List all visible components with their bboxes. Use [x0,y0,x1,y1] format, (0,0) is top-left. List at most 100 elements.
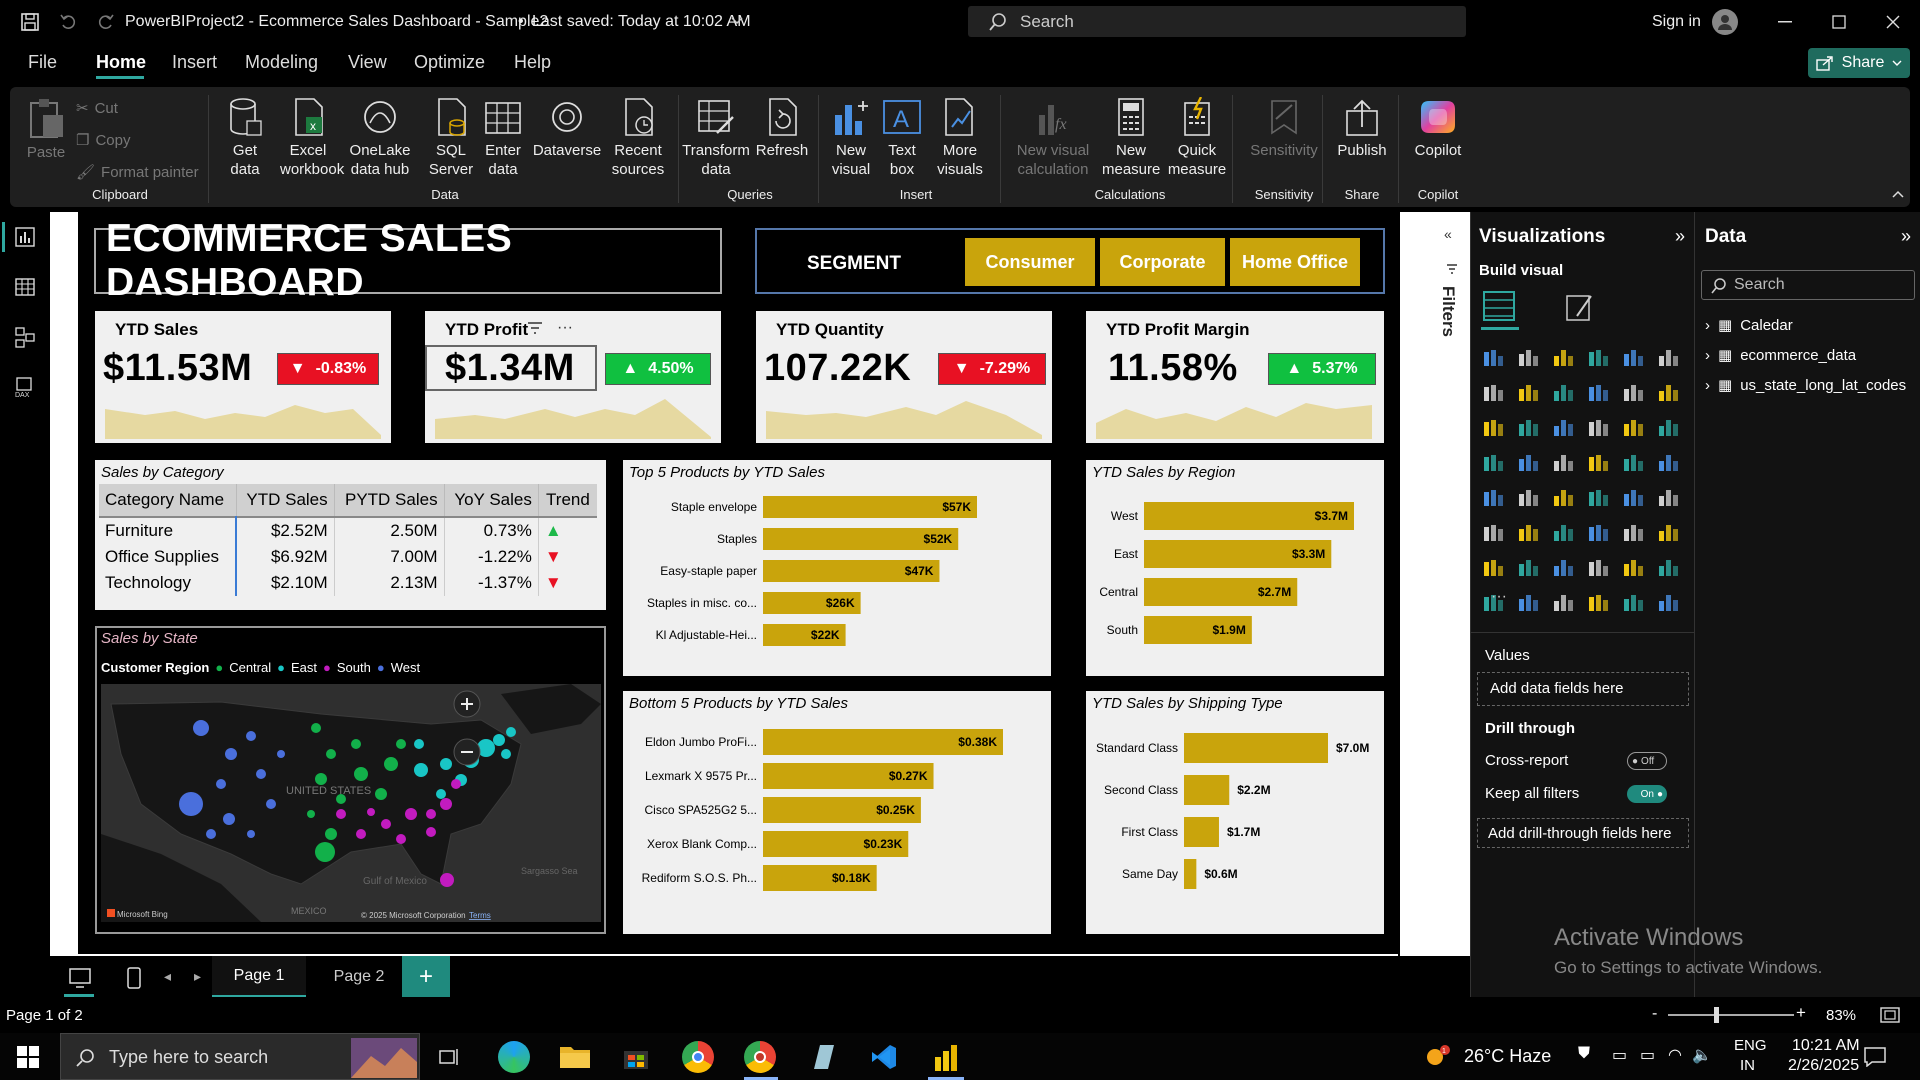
expand-filters-icon[interactable]: « [1444,226,1452,242]
sql-server-button[interactable]: SQL Server [428,97,474,179]
visual-type-icon[interactable] [1481,381,1507,407]
windows-start-icon[interactable] [14,1043,42,1071]
filter-icon[interactable] [527,321,545,337]
bottom5-products-chart[interactable]: Bottom 5 Products by YTD Sales Eldon Jum… [623,691,1051,934]
undo-icon[interactable] [56,10,80,34]
paste-button[interactable]: Paste [24,97,68,162]
language-primary[interactable]: ENG [1734,1037,1767,1054]
visual-type-icon[interactable] [1621,416,1647,442]
visual-type-icon[interactable] [1551,591,1577,617]
column-header[interactable]: YTD Sales [236,484,335,517]
visual-type-icon[interactable] [1481,346,1507,372]
zoom-in-icon[interactable]: + [1796,1003,1806,1023]
desktop-layout-icon[interactable] [66,964,94,992]
bar[interactable] [1184,817,1219,847]
visual-type-icon[interactable] [1586,556,1612,582]
visual-type-icon[interactable] [1586,451,1612,477]
notifications-icon[interactable] [1862,1045,1888,1069]
visual-type-icon[interactable] [1621,451,1647,477]
quick-measure-button[interactable]: Quick measure [1162,97,1232,179]
menu-file[interactable]: File [28,52,57,73]
segment-consumer[interactable]: Consumer [965,238,1095,286]
more-visual-types-icon[interactable]: ··· [1491,588,1507,606]
new-visual-button[interactable]: New visual [826,97,876,179]
visual-type-icon[interactable] [1621,521,1647,547]
collapse-ribbon-icon[interactable] [1890,187,1906,201]
sales-by-category-table[interactable]: Sales by Category Category Name YTD Sale… [95,460,606,610]
legend-item[interactable]: East [291,660,317,675]
zoom-slider-thumb[interactable] [1714,1007,1719,1023]
tray-device-icon[interactable]: ▭ [1612,1045,1627,1065]
minimize-icon[interactable] [1770,10,1800,34]
chrome-profile-icon[interactable] [744,1041,776,1073]
visual-type-icon[interactable] [1551,486,1577,512]
fit-to-page-icon[interactable] [1878,1005,1902,1025]
visual-type-icon[interactable] [1516,346,1542,372]
map-area[interactable]: UNITED STATES Gulf of Mexico Sargasso Se… [101,684,601,922]
task-view-icon[interactable] [436,1043,464,1071]
page-tab-2[interactable]: Page 2 [312,956,406,998]
visual-type-icon[interactable] [1656,381,1682,407]
column-header[interactable]: Category Name [99,484,237,517]
dax-query-view-icon[interactable]: DAX [12,374,38,400]
clock-time[interactable]: 10:21 AM [1792,1037,1860,1055]
visual-type-icon[interactable] [1586,486,1612,512]
menu-modeling[interactable]: Modeling [245,52,318,73]
dataverse-button[interactable]: Dataverse [532,97,602,160]
visual-type-icon[interactable] [1621,346,1647,372]
column-header[interactable]: Trend [538,484,597,517]
legend-item[interactable]: Central [229,660,271,675]
data-search-input[interactable]: Search [1701,270,1915,300]
visual-type-icon[interactable] [1551,346,1577,372]
visual-type-icon[interactable] [1656,556,1682,582]
share-button[interactable]: Share [1808,48,1910,78]
menu-optimize[interactable]: Optimize [414,52,485,73]
sales-by-state-map[interactable]: Sales by State Customer Region ● Central … [95,626,606,934]
bar[interactable] [1184,775,1230,805]
bar[interactable] [1184,733,1328,763]
battery-icon[interactable]: ▭ [1640,1045,1655,1065]
chevron-down-icon[interactable] [730,14,744,28]
visual-type-icon[interactable] [1516,416,1542,442]
power-bi-icon[interactable] [930,1041,962,1073]
visual-type-icon[interactable] [1516,591,1542,617]
column-header[interactable]: PYTD Sales [334,484,445,517]
tray-shield-icon[interactable]: ⛊ [1578,1045,1590,1063]
taskbar-search[interactable]: Type here to search [60,1033,420,1080]
filters-strip[interactable]: « Filters [1434,212,1470,957]
menu-help[interactable]: Help [514,52,551,73]
get-data-button[interactable]: Get data [220,97,270,179]
cut-button[interactable]: ✂ Cut [76,99,118,118]
data-table-item[interactable]: › ▦ ecommerce_data [1705,346,1856,365]
model-view-icon[interactable] [12,324,38,350]
visual-type-icon[interactable] [1551,381,1577,407]
visual-type-icon[interactable] [1586,381,1612,407]
zoom-out-icon[interactable]: - [1652,1005,1657,1023]
microsoft-store-icon[interactable] [620,1041,652,1073]
visual-type-icon[interactable] [1481,451,1507,477]
clock-date[interactable]: 2/26/2025 [1788,1057,1859,1075]
mobile-layout-icon[interactable] [122,964,146,992]
text-box-button[interactable]: A Text box [880,97,924,179]
table-row[interactable]: Technology $2.10M 2.13M -1.37% ▼ [99,570,597,596]
visual-type-icon[interactable] [1551,416,1577,442]
publish-button[interactable]: Publish [1332,97,1392,160]
close-icon[interactable] [1878,10,1908,34]
transform-data-button[interactable]: Transform data [682,97,750,179]
copy-button[interactable]: ❐ Copy [76,131,130,150]
ytd-sales-by-shipping-chart[interactable]: YTD Sales by Shipping Type Standard Clas… [1086,691,1384,934]
segment-corporate[interactable]: Corporate [1100,238,1225,286]
search-box[interactable]: Search [968,6,1466,37]
build-visual-tab-icon[interactable] [1481,288,1519,330]
visual-type-icon[interactable] [1481,416,1507,442]
data-table-item[interactable]: › ▦ us_state_long_lat_codes [1705,376,1906,395]
prev-page-icon[interactable]: ◂ [164,968,171,985]
report-view-icon[interactable] [12,224,38,250]
new-measure-button[interactable]: New measure [1102,97,1160,179]
visual-type-icon[interactable] [1656,346,1682,372]
sensitivity-button[interactable]: Sensitivity [1242,97,1326,160]
file-explorer-icon[interactable] [558,1041,592,1071]
visual-type-icon[interactable] [1656,591,1682,617]
ytd-sales-by-region-chart[interactable]: YTD Sales by Region West $3.7M East $3.3M Ce… [1086,460,1384,676]
copilot-button[interactable]: Copilot [1408,97,1468,160]
